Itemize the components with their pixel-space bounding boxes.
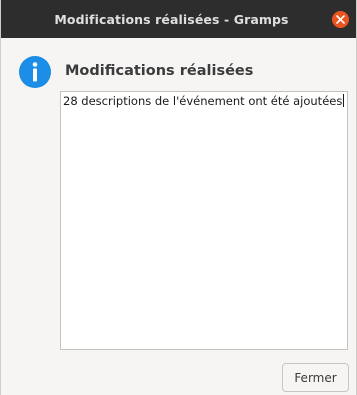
window-close-button[interactable] [332, 11, 349, 28]
dialog-heading: Modifications réalisées [65, 63, 254, 79]
text-caret [343, 94, 345, 107]
window-title: Modifications réalisées - Gramps [54, 11, 289, 27]
info-icon [19, 56, 51, 88]
dialog-window: Modifications réalisées - Gramps Modific… [0, 0, 357, 395]
close-button[interactable]: Fermer [282, 363, 349, 392]
close-icon [336, 15, 345, 24]
message-text-view[interactable]: 28 descriptions de l'événement ont été a… [60, 91, 348, 350]
title-bar: Modifications réalisées - Gramps [1, 0, 356, 38]
message-text: 28 descriptions de l'événement ont été a… [63, 94, 343, 108]
dialog-content: Modifications réalisées 28 descriptions … [1, 38, 356, 395]
